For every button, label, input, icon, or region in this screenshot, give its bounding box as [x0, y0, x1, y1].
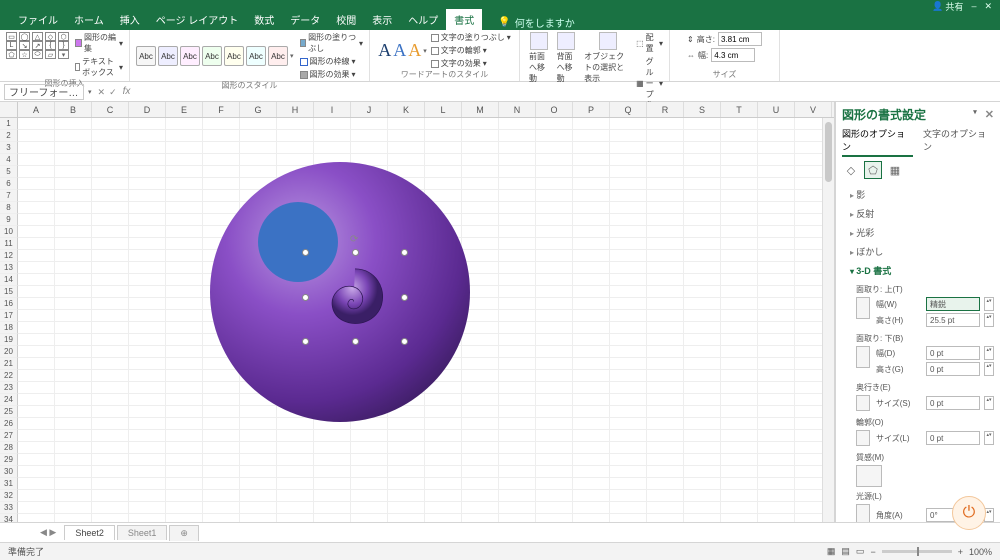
status-bar: 準備完了 ▦ ▤ ▭ − + 100%	[0, 542, 1000, 560]
tab-home[interactable]: ホーム	[66, 9, 112, 30]
sheet-tab-bar: ◀ ▶ Sheet2 Sheet1 ⊕	[0, 522, 1000, 542]
tab-insert[interactable]: 挿入	[112, 9, 148, 30]
depth-color[interactable]	[856, 395, 870, 411]
group-insert-shapes: ▭◯△◇⬡ L↘↗{} ⬠☆⬭▱▾ 図形の編集▾ テキスト ボックス▾ 図形の挿…	[0, 30, 130, 81]
top-bevel-picker[interactable]	[856, 297, 870, 319]
selected-shape[interactable]: ⟳	[305, 252, 405, 342]
tab-text-options[interactable]: 文字のオプション	[923, 127, 994, 157]
contour-color[interactable]	[856, 430, 870, 446]
rotate-handle[interactable]: ⟳	[350, 234, 360, 244]
group-shape-styles: Abc Abc Abc Abc Abc Abc Abc ▾ 図形の塗りつぶし▾ …	[130, 30, 370, 81]
size-props-icon[interactable]: ▦	[886, 161, 904, 179]
bottom-bevel-picker[interactable]	[856, 346, 870, 368]
ribbon: ▭◯△◇⬡ L↘↗{} ⬠☆⬭▱▾ 図形の編集▾ テキスト ボックス▾ 図形の挿…	[0, 30, 1000, 82]
vertical-scrollbar[interactable]	[822, 118, 834, 542]
formula-bar-row: フリーフォー… ▾ ✕✓ fx	[0, 82, 1000, 102]
view-pagebreak-icon[interactable]: ▭	[856, 546, 865, 557]
view-normal-icon[interactable]: ▦	[827, 546, 836, 557]
height-input[interactable]	[718, 32, 762, 46]
bevel-top-width[interactable]: 精鋭	[926, 297, 980, 311]
power-icon[interactable]: ⏻	[952, 496, 986, 530]
status-ready: 準備完了	[8, 545, 44, 558]
share-button[interactable]: 👤 共有	[932, 0, 963, 13]
column-headers[interactable]: ABCDEFGHIJKLMNOPQRSTUV	[18, 102, 834, 118]
fill-line-icon[interactable]: ◇	[842, 161, 860, 179]
zoom-level[interactable]: 100%	[969, 547, 992, 557]
sheet-tab-other[interactable]: Sheet1	[117, 525, 168, 540]
group-arrange: 前面へ移動 背面へ移動 オブジェクトの選択と表示 ⬚ 配置▾ ▦ グループ化▾ …	[520, 30, 670, 81]
effects-icon[interactable]: ⬠	[864, 161, 882, 179]
section-shadow[interactable]: 影	[842, 185, 994, 204]
pane-title: 図形の書式設定	[842, 106, 926, 123]
shape-style-gallery[interactable]: Abc Abc Abc Abc Abc Abc Abc ▾	[136, 46, 294, 66]
wordart-gallery[interactable]: A A A ▾	[378, 40, 427, 61]
window-close[interactable]: ✕	[984, 1, 992, 12]
close-pane-icon[interactable]: ✕	[985, 108, 994, 121]
tab-view[interactable]: 表示	[364, 9, 400, 30]
name-box[interactable]: フリーフォー…	[4, 84, 84, 100]
tab-file[interactable]: ファイル	[10, 9, 66, 30]
tell-me-search[interactable]: 💡 何をしますか	[498, 15, 574, 30]
width-input[interactable]	[711, 48, 755, 62]
new-sheet-button[interactable]: ⊕	[169, 525, 199, 541]
window-min[interactable]: –	[971, 1, 976, 11]
zoom-slider[interactable]	[882, 550, 952, 553]
tab-formulas[interactable]: 数式	[246, 9, 282, 30]
section-glow[interactable]: 光彩	[842, 223, 994, 242]
section-softedge[interactable]: ぼかし	[842, 242, 994, 261]
group-size: ⇕ 高さ: ⇔ 幅: サイズ	[670, 30, 780, 81]
row-headers[interactable]: 1234567891011121314151617181920212223242…	[0, 118, 18, 526]
tab-help[interactable]: ヘルプ	[400, 9, 446, 30]
bevel-top-height[interactable]: 25.5 pt	[926, 313, 980, 327]
textbox[interactable]: テキスト ボックス▾	[75, 56, 123, 78]
swirl-shape[interactable]	[317, 260, 393, 334]
sheet-tab-active[interactable]: Sheet2	[64, 525, 115, 540]
group-wordart: A A A ▾ 文字の塗りつぶし▾ 文字の輪郭▾ 文字の効果▾ ワードアートのス…	[370, 30, 520, 81]
tab-shape-options[interactable]: 図形のオプション	[842, 127, 913, 157]
section-reflection[interactable]: 反射	[842, 204, 994, 223]
tab-review[interactable]: 校閲	[328, 9, 364, 30]
tab-format[interactable]: 書式	[446, 9, 482, 30]
section-3d-format[interactable]: 3-D 書式	[842, 261, 994, 280]
view-pagelayout-icon[interactable]: ▤	[841, 546, 850, 557]
select-all-corner[interactable]	[0, 102, 18, 118]
edit-shape[interactable]: 図形の編集▾	[75, 32, 123, 54]
worksheet[interactable]: ABCDEFGHIJKLMNOPQRSTUV 12345678910111213…	[0, 102, 835, 542]
tab-data[interactable]: データ	[282, 9, 328, 30]
material-picker[interactable]	[856, 465, 882, 487]
ribbon-tabs: ファイル ホーム 挿入 ページ レイアウト 数式 データ 校閲 表示 ヘルプ 書…	[0, 12, 1000, 30]
format-shape-pane: 図形の書式設定 ▾✕ 図形のオプション 文字のオプション ◇ ⬠ ▦ 影 反射 …	[835, 102, 1000, 542]
fx-icon: fx	[123, 86, 131, 97]
tab-layout[interactable]: ページ レイアウト	[148, 9, 247, 30]
